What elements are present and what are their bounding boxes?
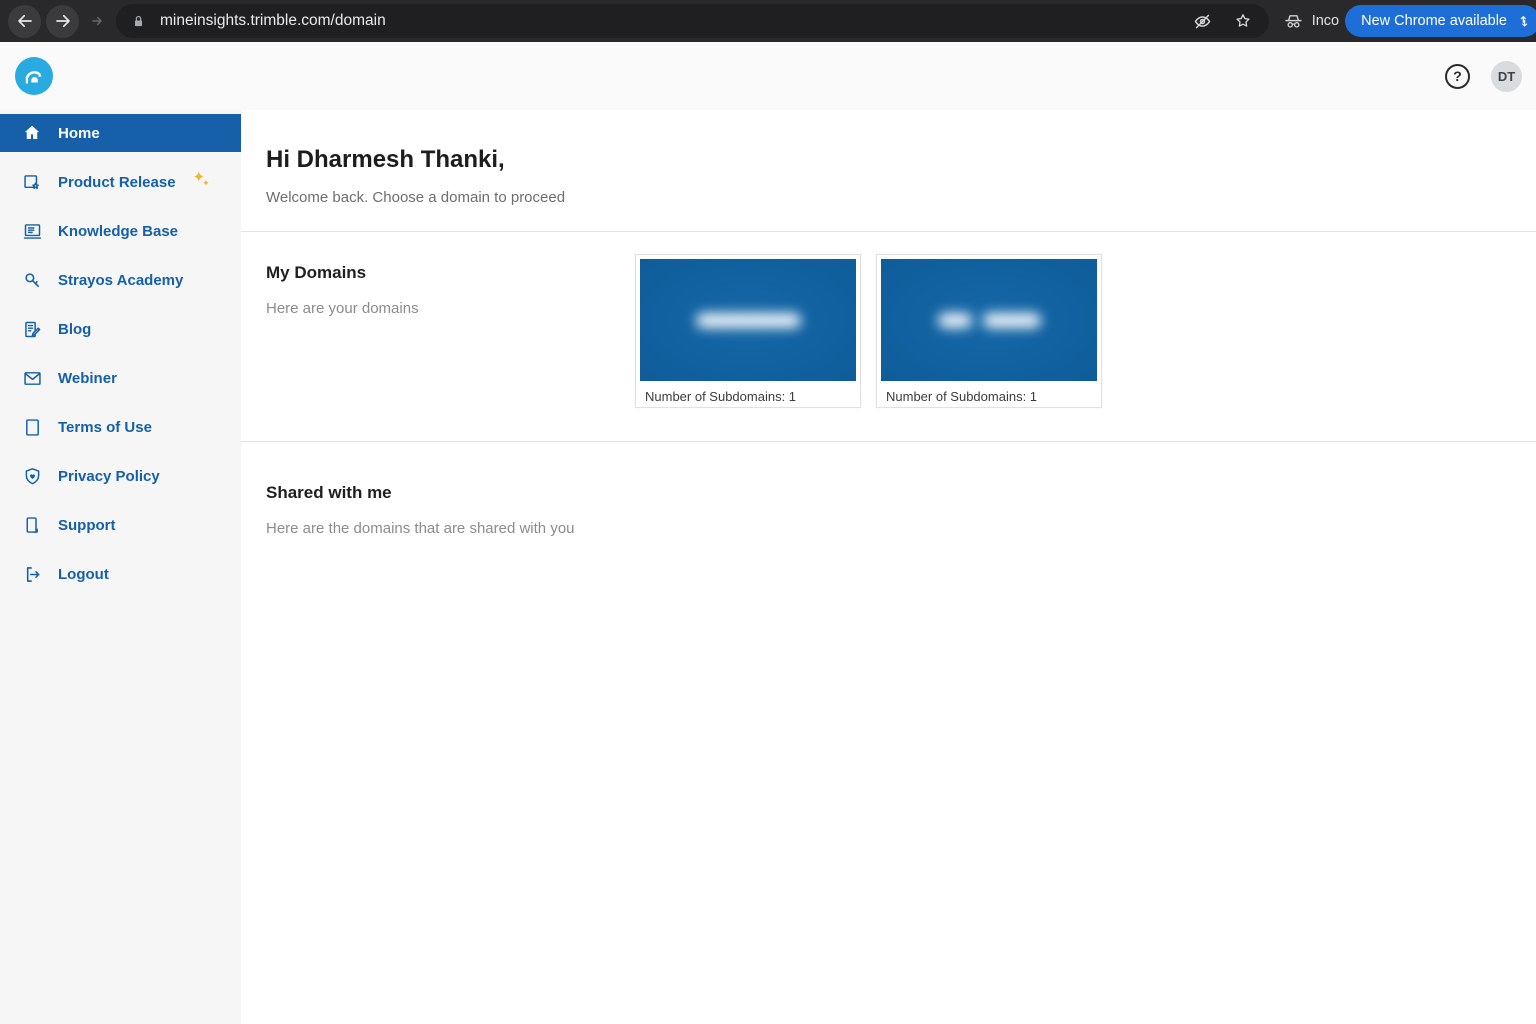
my-domains-subtitle: Here are your domains (266, 300, 635, 317)
sidebar-item-home[interactable]: Home (0, 114, 241, 152)
incognito-indicator: Inco (1283, 11, 1339, 32)
domain-card[interactable]: Number of Subdomains: 1 (635, 254, 861, 408)
new-chrome-available-button[interactable]: New Chrome available (1345, 5, 1536, 37)
sidebar-item-product-release[interactable]: Product Release ✦✦ (0, 158, 241, 207)
sidebar-item-label: Logout (58, 566, 109, 583)
product-release-icon (21, 172, 43, 193)
shared-subtitle: Here are the domains that are shared wit… (266, 520, 1536, 537)
url-text: mineinsights.trimble.com/domain (160, 12, 386, 30)
redacted-domain-name (938, 313, 972, 328)
subdomains-count-label: Number of Subdomains: 1 (881, 381, 1097, 404)
up-down-arrows-icon (1516, 13, 1532, 29)
sidebar-item-knowledge-base[interactable]: Knowledge Base (0, 207, 241, 256)
back-button[interactable] (8, 5, 41, 38)
subdomains-count-label: Number of Subdomains: 1 (640, 381, 856, 404)
sidebar-item-logout[interactable]: Logout (0, 550, 241, 599)
greeting-block: Hi Dharmesh Thanki, Welcome back. Choose… (241, 110, 1536, 231)
shared-title: Shared with me (266, 483, 1536, 503)
sidebar-item-label: Product Release (58, 174, 176, 191)
domain-thumbnail (881, 259, 1097, 381)
sidebar-item-label: Privacy Policy (58, 468, 160, 485)
page-title: Hi Dharmesh Thanki, (266, 146, 1536, 174)
sidebar-item-label: Strayos Academy (58, 272, 183, 289)
sidebar: Home Product Release ✦✦ Knowledge Base (0, 110, 241, 1024)
welcome-text: Welcome back. Choose a domain to proceed (266, 189, 1536, 206)
logout-icon (21, 564, 43, 585)
domain-thumbnail (640, 259, 856, 381)
help-button[interactable]: ? (1445, 64, 1470, 89)
sidebar-item-webiner[interactable]: Webiner (0, 354, 241, 403)
redacted-domain-name (983, 313, 1041, 328)
incognito-icon (1283, 11, 1304, 32)
forward-arrow-icon (54, 12, 72, 30)
shared-with-me-section: Shared with me Here are the domains that… (241, 442, 1536, 537)
sidebar-item-terms-of-use[interactable]: Terms of Use (0, 403, 241, 452)
shield-heart-icon (21, 466, 43, 487)
my-domains-header: My Domains Here are your domains (266, 254, 635, 408)
domain-cards: Number of Subdomains: 1 Number of Subdom… (635, 254, 1102, 408)
sidebar-item-blog[interactable]: Blog (0, 305, 241, 354)
browser-toolbar: mineinsights.trimble.com/domain Inco New… (0, 0, 1536, 42)
redacted-domain-name (696, 313, 801, 328)
home-icon (21, 123, 43, 143)
reload-button[interactable] (84, 14, 110, 28)
app-header: ? DT (0, 42, 1536, 110)
sidebar-item-label: Home (58, 125, 100, 142)
domain-card[interactable]: Number of Subdomains: 1 (876, 254, 1102, 408)
back-arrow-icon (16, 12, 34, 30)
academy-key-icon (21, 270, 43, 291)
user-avatar[interactable]: DT (1491, 61, 1522, 92)
help-question-icon: ? (1453, 68, 1462, 84)
lock-icon (130, 13, 147, 30)
excavator-logo-icon (21, 63, 47, 89)
avatar-initials: DT (1498, 69, 1515, 84)
update-button-label: New Chrome available (1361, 13, 1507, 29)
my-domains-section: My Domains Here are your domains Number … (241, 232, 1536, 441)
incognito-label: Inco (1312, 13, 1339, 29)
sidebar-item-label: Knowledge Base (58, 223, 178, 240)
support-doc-icon (21, 515, 43, 536)
sidebar-item-privacy-policy[interactable]: Privacy Policy (0, 452, 241, 501)
document-icon (21, 417, 43, 438)
sidebar-item-strayos-academy[interactable]: Strayos Academy (0, 256, 241, 305)
strayos-logo[interactable] (15, 57, 53, 95)
address-bar[interactable]: mineinsights.trimble.com/domain (116, 4, 1269, 38)
envelope-icon (21, 368, 43, 389)
bookmark-star-icon[interactable] (1233, 11, 1253, 31)
sparkles-icon: ✦✦ (193, 168, 213, 186)
main-content: Hi Dharmesh Thanki, Welcome back. Choose… (241, 110, 1536, 1024)
reload-arrow-icon (90, 14, 104, 28)
sidebar-item-label: Terms of Use (58, 419, 152, 436)
sidebar-item-support[interactable]: Support (0, 501, 241, 550)
sidebar-item-label: Blog (58, 321, 91, 338)
knowledge-base-icon (21, 221, 43, 242)
sidebar-item-label: Support (58, 517, 116, 534)
forward-button[interactable] (46, 5, 79, 38)
eye-hidden-icon[interactable] (1192, 11, 1213, 32)
my-domains-title: My Domains (266, 263, 635, 283)
sidebar-item-label: Webiner (58, 370, 117, 387)
blog-icon (21, 319, 43, 340)
